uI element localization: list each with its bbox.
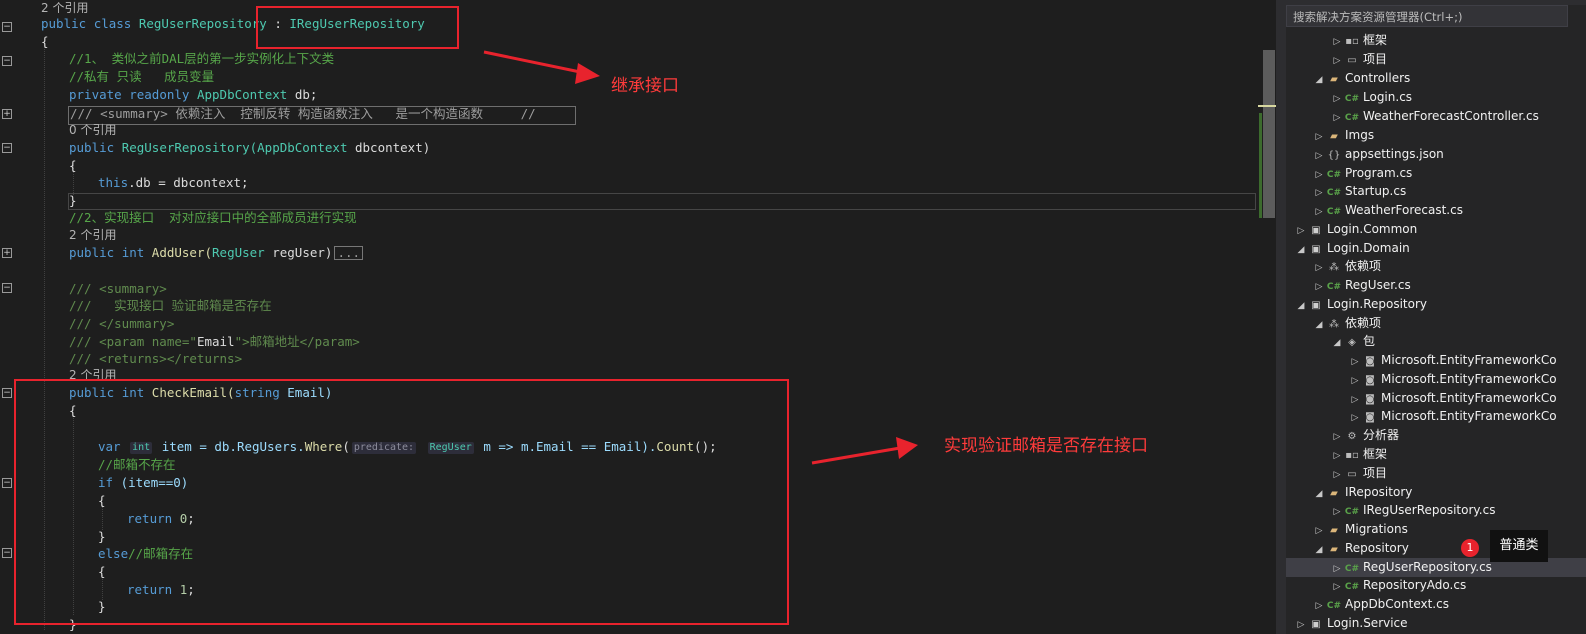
annotation-arrows <box>483 50 918 465</box>
annotation-implement-label: 实现验证邮箱是否存在接口 <box>944 436 1148 456</box>
arrow-line <box>483 50 586 75</box>
annotation-inherit-label: 继承接口 <box>611 76 679 96</box>
arrow-line <box>811 446 901 465</box>
arrowhead-icon <box>896 437 918 459</box>
arrowhead-icon <box>575 63 600 84</box>
